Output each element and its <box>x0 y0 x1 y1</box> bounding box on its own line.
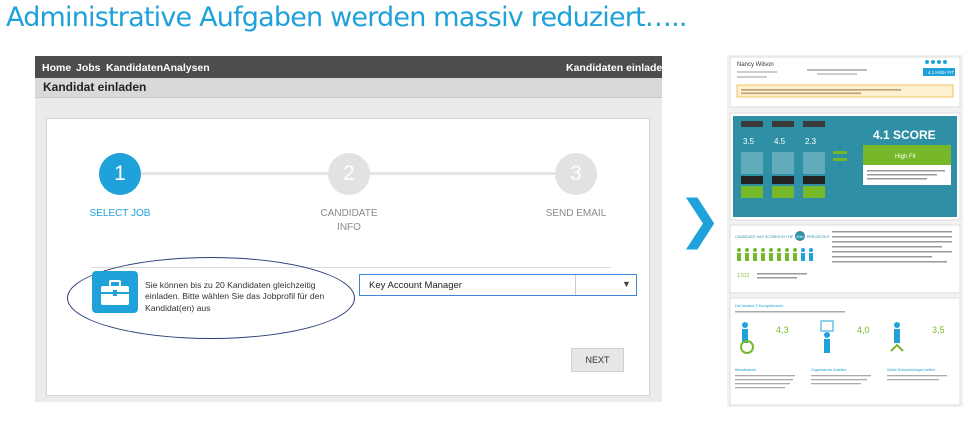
step-2-circle: 2 <box>328 153 370 195</box>
competencies-title: Die besten 3 Kompetenzen <box>735 303 783 308</box>
competency-name: Solide Entscheidungen treffen <box>887 368 935 372</box>
report-score-badge: High Fit <box>895 154 916 160</box>
nav-kandidaten-einladen[interactable]: Kandidaten einladen <box>566 62 669 74</box>
invite-info-text: Sie können bis zu 20 Kandidaten gleichze… <box>145 280 325 313</box>
factor-value: 3.5 <box>743 137 755 146</box>
chevron-right-icon: ❯ <box>678 191 722 249</box>
competency-value: 4,0 <box>857 325 870 335</box>
briefcase-icon <box>92 271 138 313</box>
report-candidate-name: Nancy Wilson <box>737 62 774 68</box>
percentile-badge: 80th <box>797 235 804 239</box>
step-3-label: SEND EMAIL <box>545 208 607 219</box>
report-header-score: 4.1 HIGH FIT <box>928 70 954 75</box>
job-profile-value: Key Account Manager <box>369 280 462 291</box>
percentile-text: CANDIDATE HAS SCORED IN THE <box>735 235 794 239</box>
competency-value: 3,5 <box>932 325 945 335</box>
nav-kandidaten[interactable]: Kandidaten <box>106 62 163 74</box>
candidate-count: 1,512 <box>737 273 750 279</box>
step-1-label: SELECT JOB <box>89 208 151 219</box>
report-preview-graphic: Nancy Wilson 4.1 HIGH FIT 3.5 4.5 2.3 4.… <box>729 56 961 406</box>
invite-wizard-card: 1 SELECT JOB 2 CANDIDATE INFO 3 SEND EMA… <box>46 118 650 396</box>
report-preview: Nancy Wilson 4.1 HIGH FIT 3.5 4.5 2.3 4.… <box>727 55 963 407</box>
top-navigation: Home Jobs Kandidaten Analysen Kandidaten… <box>35 56 669 78</box>
step-1-circle[interactable]: 1 <box>99 153 141 195</box>
percentile-suffix: PERCENTILE <box>807 235 830 239</box>
step-connector <box>129 172 339 175</box>
competency-name: Belastbarkeit <box>735 368 756 372</box>
job-profile-select[interactable]: Key Account Manager ▼ <box>359 274 637 296</box>
nav-jobs[interactable]: Jobs <box>76 62 101 74</box>
chevron-down-icon[interactable]: ▼ <box>622 279 631 289</box>
competency-name: Organisiertes Arbeiten <box>811 368 847 372</box>
step-3-circle: 3 <box>555 153 597 195</box>
nav-analysen[interactable]: Analysen <box>163 62 210 74</box>
factor-value: 2.3 <box>805 137 817 146</box>
next-button[interactable]: NEXT <box>571 348 624 372</box>
page-subheader: Kandidat einladen <box>35 78 662 98</box>
report-score-title: 4.1 SCORE <box>873 128 936 142</box>
page-title: Kandidat einladen <box>43 80 147 94</box>
nav-home[interactable]: Home <box>42 62 71 74</box>
factor-value: 4.5 <box>774 137 786 146</box>
step-2-label: CANDIDATE INFO <box>320 208 378 233</box>
page-headline: Administrative Aufgaben werden massiv re… <box>6 2 687 33</box>
select-separator <box>575 275 576 295</box>
step-connector <box>359 172 569 175</box>
app-screenshot: Home Jobs Kandidaten Analysen Kandidaten… <box>35 56 669 402</box>
competency-value: 4,3 <box>776 325 789 335</box>
